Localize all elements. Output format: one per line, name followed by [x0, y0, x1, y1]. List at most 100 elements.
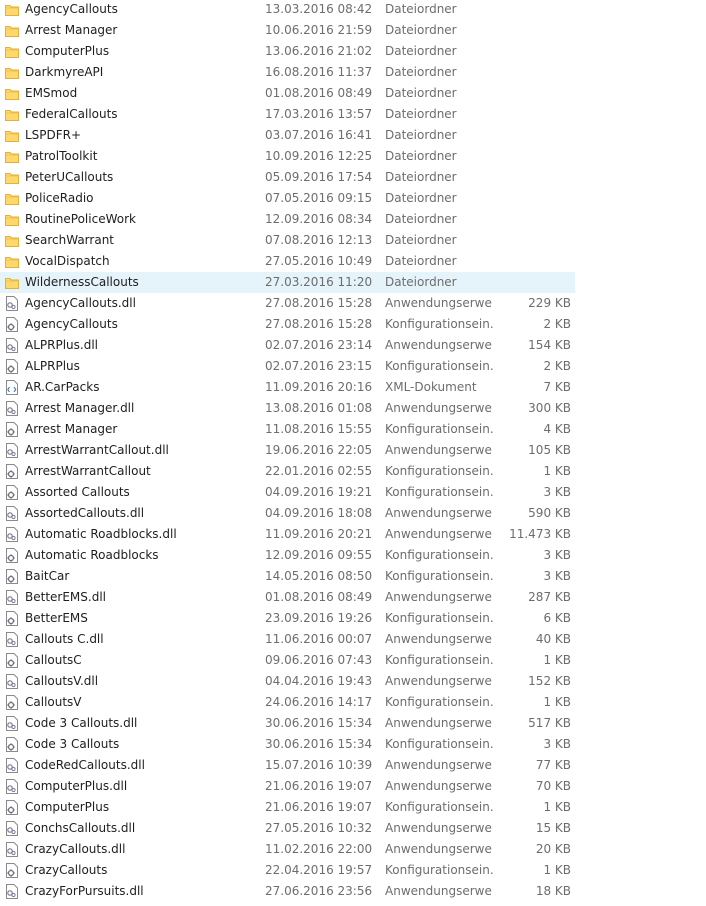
- file-row[interactable]: CalloutsV 24.06.2016 14:17 Konfigurationse…: [0, 692, 575, 713]
- file-row[interactable]: Arrest Manager 11.08.2016 15:55 Konfigurat…: [0, 419, 575, 440]
- file-name: ALPRPlus: [25, 359, 80, 373]
- file-row[interactable]: SearchWarrant 07.08.2016 12:13 Dateiordner: [0, 230, 575, 251]
- file-modified-date: 16.08.2016 11:37: [265, 65, 373, 79]
- folder-icon: [5, 149, 19, 164]
- folder-icon: [5, 65, 19, 80]
- file-row[interactable]: CrazyForPursuits.dll 27.06.2016 23:56 Anwe…: [0, 881, 575, 902]
- file-row[interactable]: ArrestWarrantCallout.dll 19.06.2016 22:05…: [0, 440, 575, 461]
- file-size: 2 KB: [543, 359, 571, 373]
- file-size: 152 KB: [528, 674, 571, 688]
- file-row[interactable]: ConchsCallouts.dll 27.05.2016 10:32 Anwend…: [0, 818, 575, 839]
- file-row[interactable]: PeterUCallouts 05.09.2016 17:54 Dateiordne…: [0, 167, 575, 188]
- file-size: 4 KB: [543, 422, 571, 436]
- file-row[interactable]: Automatic Roadblocks.dll 11.09.2016 20:21…: [0, 524, 575, 545]
- config-file-icon: [5, 359, 19, 374]
- file-size: 3 KB: [543, 569, 571, 583]
- file-row[interactable]: PatrolToolkit 10.09.2016 12:25 Dateiordner: [0, 146, 575, 167]
- file-row[interactable]: ArrestWarrantCallout 22.01.2016 02:55 Konf…: [0, 461, 575, 482]
- file-row[interactable]: WildernessCallouts 27.03.2016 11:20 Dateio…: [0, 272, 575, 293]
- file-row[interactable]: Callouts C.dll 11.06.2016 00:07 Anwendungs…: [0, 629, 575, 650]
- file-row[interactable]: Automatic Roadblocks 12.09.2016 09:55 Konf…: [0, 545, 575, 566]
- file-row[interactable]: BetterEMS 23.09.2016 19:26 Konfigurationse…: [0, 608, 575, 629]
- file-row[interactable]: AgencyCallouts.dll 27.08.2016 15:28 Anwend…: [0, 293, 575, 314]
- file-row[interactable]: BaitCar 14.05.2016 08:50 Konfigurationsein…: [0, 566, 575, 587]
- file-type: Dateiordner: [385, 170, 457, 184]
- file-row[interactable]: ALPRPlus.dll 02.07.2016 23:14 Anwendungser…: [0, 335, 575, 356]
- file-row[interactable]: ComputerPlus.dll 21.06.2016 19:07 Anwendun…: [0, 776, 575, 797]
- file-size: 3 KB: [543, 485, 571, 499]
- file-modified-date: 03.07.2016 16:41: [265, 128, 373, 142]
- file-name: Automatic Roadblocks: [25, 548, 159, 562]
- file-row[interactable]: CrazyCallouts.dll 11.02.2016 22:00 Anwendu…: [0, 839, 575, 860]
- file-size: 517 KB: [528, 716, 571, 730]
- file-name: Arrest Manager: [25, 422, 118, 436]
- file-row[interactable]: Arrest Manager.dll 13.08.2016 01:08 Anwend…: [0, 398, 575, 419]
- file-type: Konfigurationsein...: [385, 737, 493, 751]
- file-type: Anwendungserwe...: [385, 632, 493, 646]
- file-modified-date: 27.06.2016 23:56: [265, 884, 373, 898]
- file-row[interactable]: Code 3 Callouts.dll 30.06.2016 15:34 Anwen…: [0, 713, 575, 734]
- file-name: Arrest Manager: [25, 23, 118, 37]
- folder-icon: [5, 170, 19, 185]
- file-size: 6 KB: [543, 611, 571, 625]
- file-type: Dateiordner: [385, 275, 457, 289]
- file-row[interactable]: RoutinePoliceWork 12.09.2016 08:34 Dateior…: [0, 209, 575, 230]
- file-row[interactable]: Code 3 Callouts 30.06.2016 15:34 Konfigura…: [0, 734, 575, 755]
- config-file-icon: [5, 317, 19, 332]
- file-row[interactable]: AR.CarPacks 11.09.2016 20:16 XML-Dokument 7…: [0, 377, 575, 398]
- file-row[interactable]: AgencyCallouts 27.08.2016 15:28 Konfigurat…: [0, 314, 575, 335]
- file-name: PoliceRadio: [25, 191, 94, 205]
- file-modified-date: 13.06.2016 21:02: [265, 44, 373, 58]
- file-name: BetterEMS: [25, 611, 88, 625]
- file-name: PeterUCallouts: [25, 170, 114, 184]
- file-type: Anwendungserwe...: [385, 506, 493, 520]
- file-row[interactable]: PoliceRadio 07.05.2016 09:15 Dateiordner: [0, 188, 575, 209]
- file-row[interactable]: CalloutsV.dll 04.04.2016 19:43 Anwendungse…: [0, 671, 575, 692]
- file-name: CalloutsV.dll: [25, 674, 99, 688]
- file-row[interactable]: Arrest Manager 10.06.2016 21:59 Dateiordne…: [0, 20, 575, 41]
- file-type: Dateiordner: [385, 44, 457, 58]
- file-name: PatrolToolkit: [25, 149, 98, 163]
- file-row[interactable]: Assorted Callouts 04.09.2016 19:21 Konfigu…: [0, 482, 575, 503]
- file-modified-date: 11.08.2016 15:55: [265, 422, 373, 436]
- file-name: CrazyCallouts: [25, 863, 108, 877]
- file-row[interactable]: ComputerPlus 21.06.2016 19:07 Konfiguratio…: [0, 797, 575, 818]
- file-type: Konfigurationsein...: [385, 569, 493, 583]
- file-row[interactable]: LSPDFR+ 03.07.2016 16:41 Dateiordner: [0, 125, 575, 146]
- file-size: 11.473 KB: [509, 527, 571, 541]
- file-row[interactable]: CodeRedCallouts.dll 15.07.2016 10:39 Anwen…: [0, 755, 575, 776]
- file-row[interactable]: DarkmyreAPI 16.08.2016 11:37 Dateiordner: [0, 62, 575, 83]
- file-row[interactable]: VocalDispatch 27.05.2016 10:49 Dateiordner: [0, 251, 575, 272]
- file-type: Konfigurationsein...: [385, 548, 493, 562]
- file-type: Anwendungserwe...: [385, 884, 493, 898]
- file-type: Anwendungserwe...: [385, 443, 493, 457]
- file-size: 20 KB: [535, 842, 571, 856]
- config-file-icon: [5, 800, 19, 815]
- file-modified-date: 10.09.2016 12:25: [265, 149, 373, 163]
- file-size: 15 KB: [535, 821, 571, 835]
- file-size: 7 KB: [543, 380, 571, 394]
- file-row[interactable]: BetterEMS.dll 01.08.2016 08:49 Anwendungse…: [0, 587, 575, 608]
- dll-file-icon: [5, 401, 19, 416]
- file-name: ALPRPlus.dll: [25, 338, 98, 352]
- file-name: ComputerPlus: [25, 44, 110, 58]
- file-modified-date: 27.05.2016 10:32: [265, 821, 373, 835]
- file-row[interactable]: CrazyCallouts 22.04.2016 19:57 Konfigurati…: [0, 860, 575, 881]
- file-row[interactable]: ComputerPlus 13.06.2016 21:02 Dateiordner: [0, 41, 575, 62]
- file-modified-date: 21.06.2016 19:07: [265, 779, 373, 793]
- file-row[interactable]: ALPRPlus 02.07.2016 23:15 Konfigurationsei…: [0, 356, 575, 377]
- folder-icon: [5, 107, 19, 122]
- file-type: Anwendungserwe...: [385, 296, 493, 310]
- file-row[interactable]: AgencyCallouts 13.03.2016 08:42 Dateiordne…: [0, 0, 575, 20]
- file-modified-date: 12.09.2016 08:34: [265, 212, 373, 226]
- dll-file-icon: [5, 590, 19, 605]
- file-name: RoutinePoliceWork: [25, 212, 136, 226]
- file-type: Dateiordner: [385, 212, 457, 226]
- file-type: Konfigurationsein...: [385, 653, 493, 667]
- file-row[interactable]: CalloutsC 09.06.2016 07:43 Konfigurationse…: [0, 650, 575, 671]
- file-type: Konfigurationsein...: [385, 800, 493, 814]
- file-row[interactable]: FederalCallouts 17.03.2016 13:57 Dateiordn…: [0, 104, 575, 125]
- file-name: Callouts C.dll: [25, 632, 104, 646]
- file-row[interactable]: AssortedCallouts.dll 04.09.2016 18:08 Anwe…: [0, 503, 575, 524]
- file-row[interactable]: EMSmod 01.08.2016 08:49 Dateiordner: [0, 83, 575, 104]
